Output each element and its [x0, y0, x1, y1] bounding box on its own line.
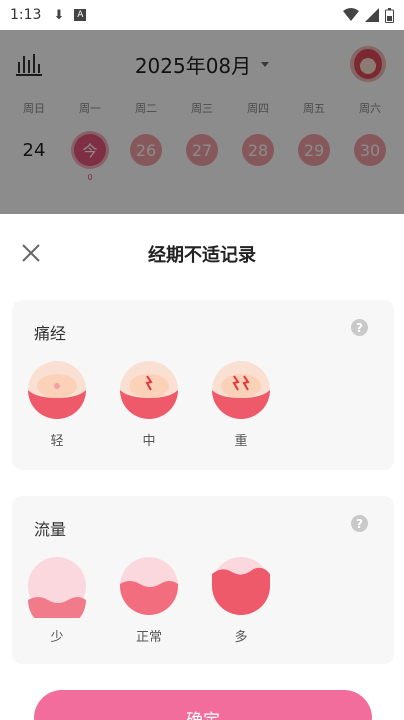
pain-option-label: 重	[234, 434, 248, 449]
flow-card: 流量 ? 少 正常 多	[12, 496, 394, 664]
flow-option-label: 多	[234, 630, 248, 645]
signal-icon	[365, 8, 379, 22]
flow-option-label: 正常	[135, 630, 162, 645]
pain-label: 痛经	[34, 324, 67, 343]
modal-scrim[interactable]	[0, 30, 404, 214]
status-time: 1:13	[10, 7, 42, 23]
pain-option-label: 中	[142, 434, 156, 449]
flow-option-label: 少	[50, 630, 64, 645]
status-bar: 1:13 ⬇ A	[0, 0, 404, 30]
light-flow-icon	[28, 557, 86, 618]
download-icon: ⬇	[53, 7, 65, 23]
close-icon[interactable]	[20, 242, 42, 264]
help-icon[interactable]: ?	[351, 515, 368, 532]
moderate-cramp-icon	[120, 361, 178, 419]
pain-option-mild[interactable]: 轻	[28, 358, 86, 449]
heavy-flow-icon	[212, 557, 270, 615]
wifi-icon	[343, 8, 359, 21]
mild-cramp-icon	[28, 361, 86, 419]
pain-option-label: 轻	[50, 434, 64, 449]
sheet-header: 经期不适记录	[0, 214, 404, 294]
flow-option-light[interactable]: 少	[28, 554, 86, 645]
confirm-button[interactable]: 确定	[34, 690, 372, 720]
normal-flow-icon	[120, 557, 178, 615]
flow-option-heavy[interactable]: 多	[212, 554, 270, 645]
flow-option-normal[interactable]: 正常	[120, 554, 178, 645]
battery-icon	[385, 7, 394, 23]
discomfort-sheet: 经期不适记录 痛经 ? 轻 中 重 流量 ? 少 正常 多	[0, 214, 404, 720]
a-icon: A	[74, 9, 87, 21]
pain-option-severe[interactable]: 重	[212, 358, 270, 449]
pain-card: 痛经 ? 轻 中 重	[12, 300, 394, 470]
severe-cramp-icon	[212, 361, 270, 419]
pain-options: 轻 中 重	[28, 358, 270, 449]
help-icon[interactable]: ?	[351, 319, 368, 336]
flow-options: 少 正常 多	[28, 554, 270, 645]
pain-option-moderate[interactable]: 中	[120, 358, 178, 449]
flow-label: 流量	[34, 520, 67, 539]
sheet-title: 经期不适记录	[148, 245, 256, 266]
